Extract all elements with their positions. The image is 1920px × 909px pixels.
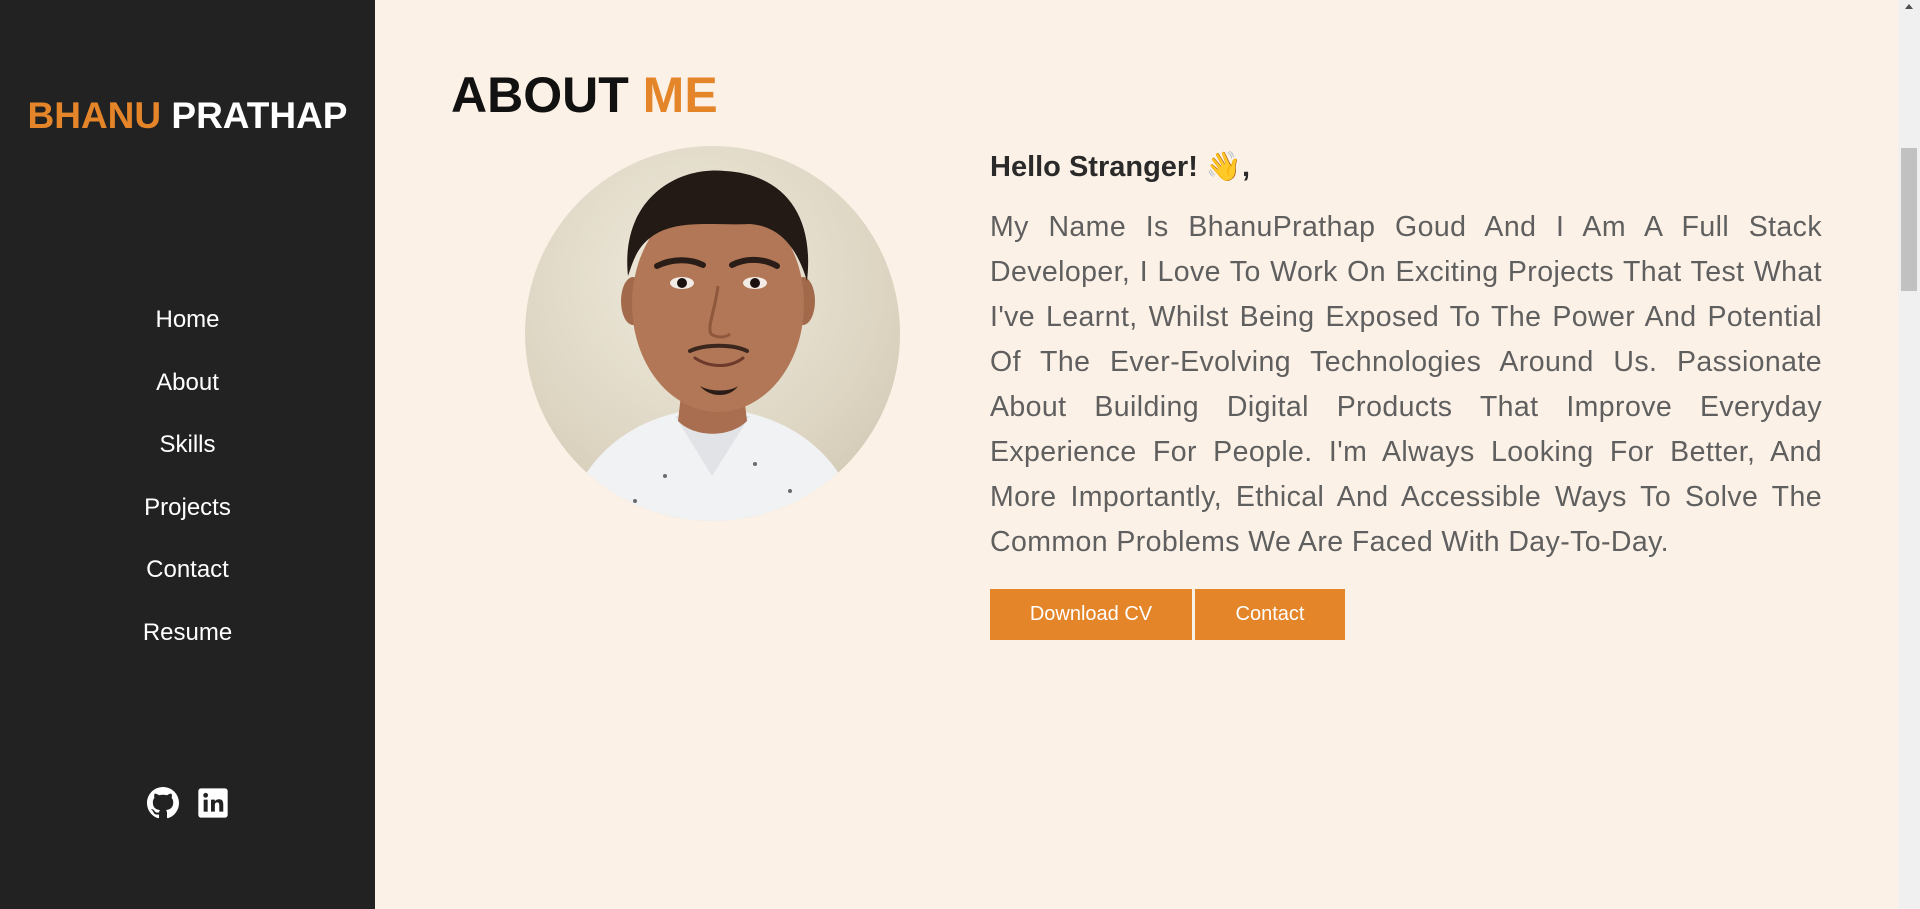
about-section: ABOUT ME Hello Stranger! 👋, My Name Is B… xyxy=(375,0,1898,909)
nav-item-home: Home xyxy=(0,289,375,352)
sidebar-nav: Home About Skills Projects Contact Resum… xyxy=(0,289,375,664)
cta-buttons: Download CV Contact xyxy=(990,589,1345,640)
greeting-heading: Hello Stranger! 👋, xyxy=(990,151,1251,183)
github-icon[interactable] xyxy=(146,787,179,819)
brand-first-name: BHANU xyxy=(27,95,162,136)
sidebar: BHANU PRATHAP Home About Skills Projects… xyxy=(0,0,375,909)
nav-item-about: About xyxy=(0,352,375,415)
bio-paragraph: My Name Is BhanuPrathap Goud And I Am A … xyxy=(990,211,1822,558)
brand-last-name: PRATHAP xyxy=(171,95,348,136)
brand-logo[interactable]: BHANU PRATHAP xyxy=(0,95,375,137)
scrollbar-thumb[interactable] xyxy=(1901,148,1917,291)
profile-photo xyxy=(525,146,900,521)
nav-item-projects: Projects xyxy=(0,477,375,540)
nav-link-projects[interactable]: Projects xyxy=(144,494,231,522)
nav-item-contact: Contact xyxy=(0,539,375,602)
nav-link-home[interactable]: Home xyxy=(155,306,219,334)
section-title: ABOUT ME xyxy=(451,66,718,124)
section-title-accent: ME xyxy=(642,67,718,123)
nav-item-skills: Skills xyxy=(0,414,375,477)
nav-link-resume[interactable]: Resume xyxy=(143,619,232,647)
page-scrollbar[interactable] xyxy=(1898,0,1920,909)
scroll-up-arrow-icon[interactable] xyxy=(1898,0,1920,12)
nav-item-resume: Resume xyxy=(0,602,375,665)
nav-link-skills[interactable]: Skills xyxy=(159,431,215,459)
contact-button[interactable]: Contact xyxy=(1195,589,1345,640)
section-title-main: ABOUT xyxy=(451,67,629,123)
download-cv-button[interactable]: Download CV xyxy=(990,589,1192,640)
linkedin-icon[interactable] xyxy=(197,787,229,819)
nav-link-about[interactable]: About xyxy=(156,369,219,397)
social-links xyxy=(0,787,375,819)
nav-link-contact[interactable]: Contact xyxy=(146,556,229,584)
